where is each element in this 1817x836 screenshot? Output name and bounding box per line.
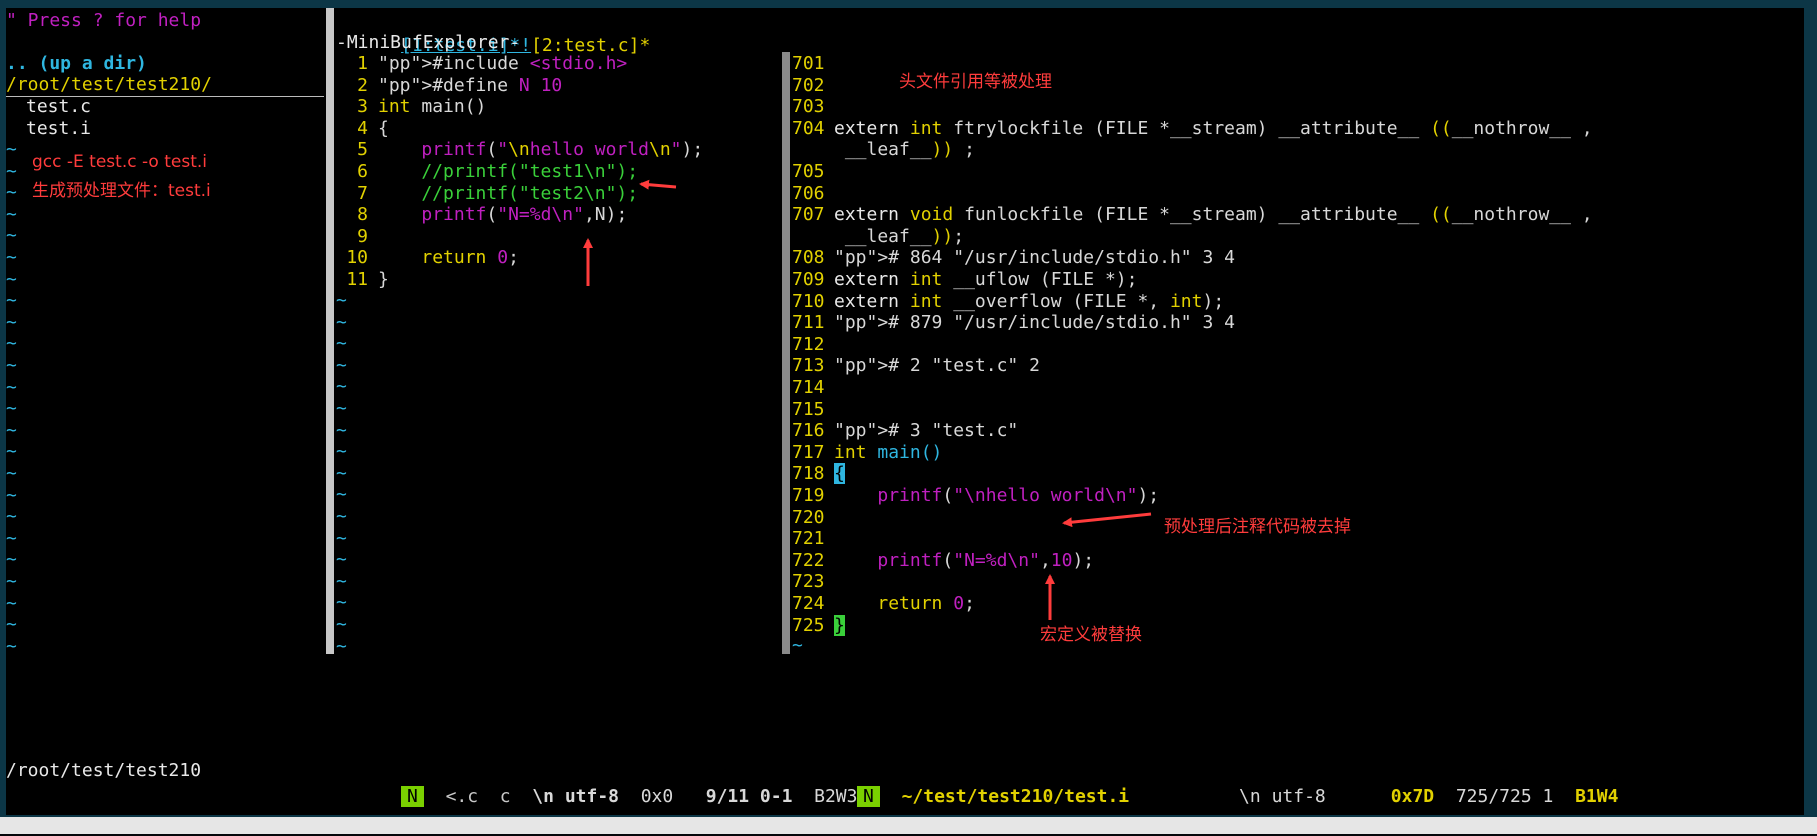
terminal: " Press ? for help .. (up a dir) /root/t…: [6, 8, 1804, 815]
arrow-comments-removed: [1062, 512, 1152, 528]
arrow-to-comment: [639, 179, 677, 190]
annotation-arrows: [583, 179, 1152, 620]
bottom-strip: [0, 817, 1817, 834]
